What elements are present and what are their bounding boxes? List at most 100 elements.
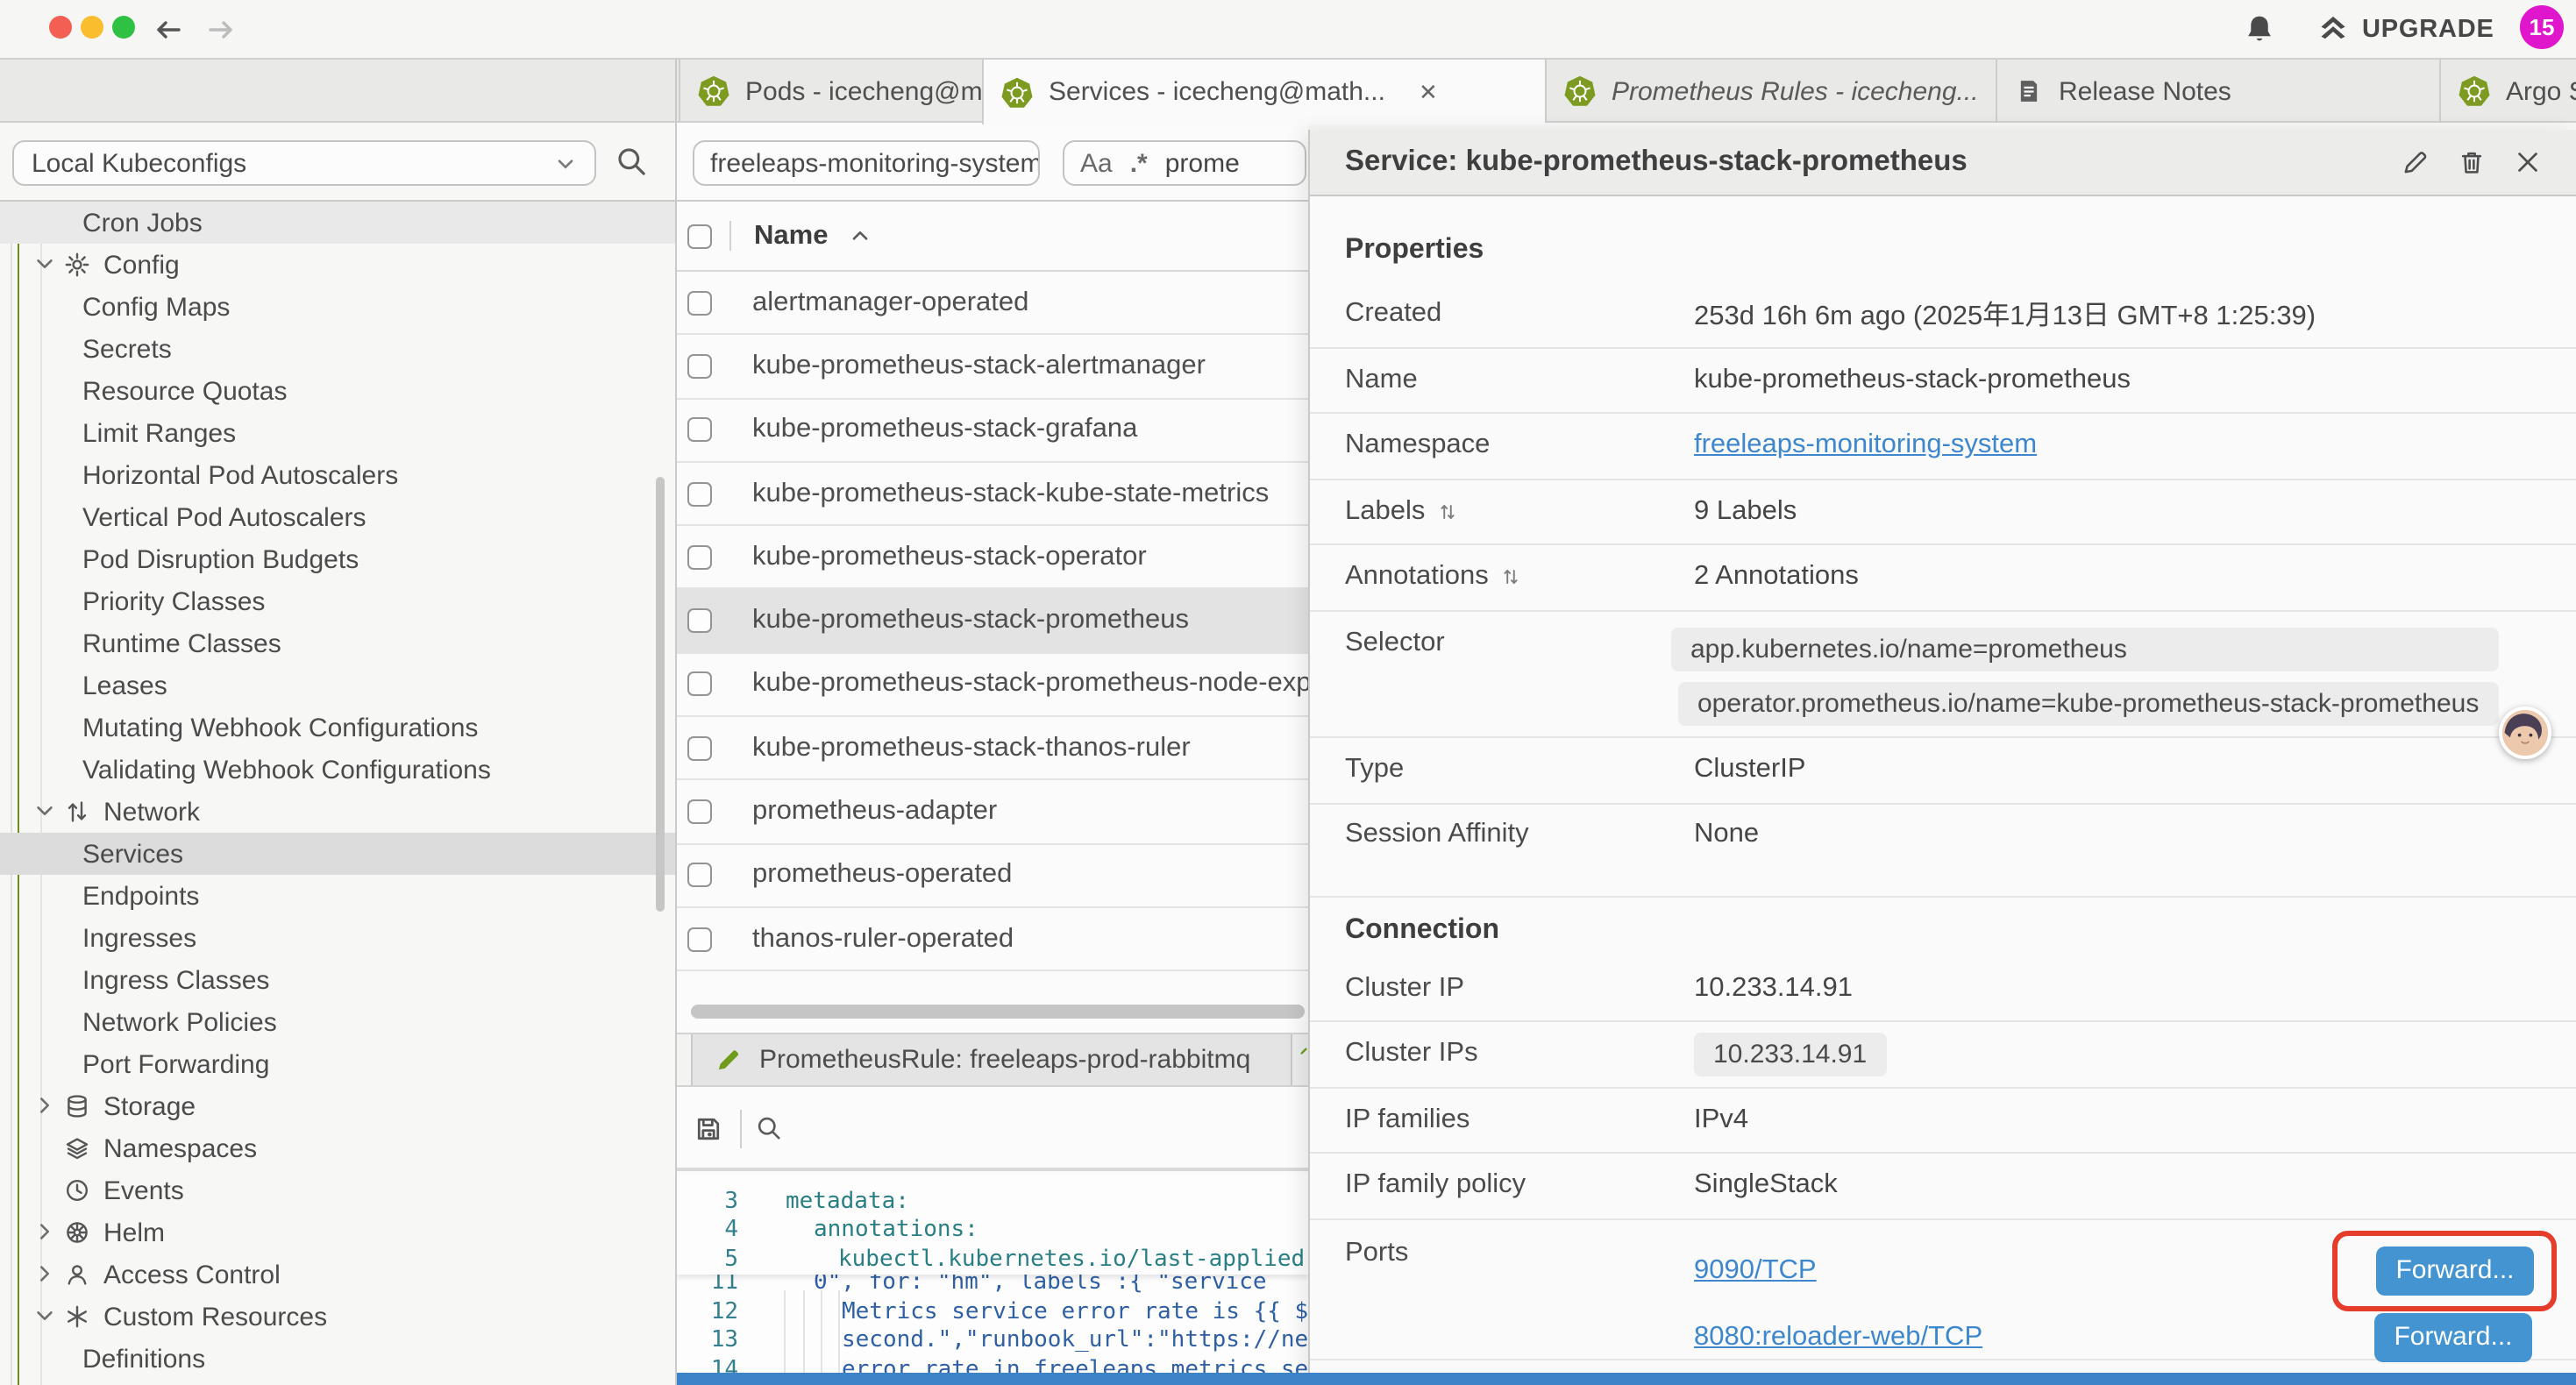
row-checkbox[interactable] (687, 863, 712, 888)
back-arrow-icon[interactable] (154, 16, 182, 44)
tab-argo-se[interactable]: Argo Se (2439, 60, 2576, 123)
table-row[interactable]: thanos-ruler-operated (677, 908, 1308, 972)
sidebar-item-namespaces[interactable]: Namespaces (0, 1127, 675, 1169)
window-zoom-light[interactable] (112, 16, 135, 39)
sidebar-item-events[interactable]: Events (0, 1169, 675, 1211)
window-minimize-light[interactable] (81, 16, 103, 39)
table-row[interactable]: kube-prometheus-stack-operator (677, 526, 1308, 590)
filter-input[interactable]: Aa .* prome (1063, 140, 1306, 186)
chevron-down-icon[interactable] (33, 799, 56, 822)
delete-trash-icon[interactable] (2459, 149, 2485, 175)
sidebar-item-resource-quotas[interactable]: Resource Quotas (0, 370, 675, 412)
chevron-right-icon[interactable] (33, 1220, 56, 1243)
table-row[interactable]: kube-prometheus-stack-kube-state-metrics (677, 463, 1308, 527)
table-horizontal-scrollbar[interactable] (691, 1005, 1305, 1019)
match-case-toggle[interactable]: Aa (1080, 148, 1113, 178)
sort-updown-icon[interactable] (1501, 567, 1520, 588)
sidebar-item-validating-webhook-configurations[interactable]: Validating Webhook Configurations (0, 749, 675, 791)
select-all-checkbox[interactable] (687, 224, 712, 248)
forward-button[interactable]: Forward... (2376, 1246, 2534, 1295)
table-row[interactable]: kube-prometheus-stack-prometheus (677, 590, 1308, 654)
sidebar-item-secrets[interactable]: Secrets (0, 328, 675, 370)
table-row[interactable]: prometheus-adapter (677, 781, 1308, 845)
sidebar-item-storage[interactable]: Storage (0, 1085, 675, 1127)
tab-services-icecheng-math[interactable]: Services - icecheng@math...✕ (982, 60, 1545, 124)
row-checkbox[interactable] (687, 290, 712, 315)
notifications-bell-icon[interactable] (2245, 14, 2274, 44)
sidebar-item-config[interactable]: Config (0, 244, 675, 286)
table-row[interactable]: kube-prometheus-stack-thanos-ruler (677, 717, 1308, 781)
editor-tab-next[interactable] (1292, 1034, 1308, 1085)
sidebar-item-services[interactable]: Services (0, 833, 675, 875)
save-icon[interactable] (694, 1115, 722, 1143)
sidebar-item-definitions[interactable]: Definitions (0, 1338, 675, 1380)
name-column-header[interactable]: Name (754, 220, 828, 252)
close-tab-icon[interactable]: ✕ (1419, 78, 1438, 106)
port-link[interactable]: 8080:reloader-web/TCP (1694, 1321, 1982, 1353)
editor-search-icon[interactable] (756, 1115, 782, 1141)
forward-button[interactable]: Forward... (2374, 1312, 2532, 1361)
row-checkbox[interactable] (687, 481, 712, 506)
sidebar-item-endpoints[interactable]: Endpoints (0, 875, 675, 917)
row-checkbox[interactable] (687, 672, 712, 697)
search-icon[interactable] (616, 146, 647, 177)
table-row[interactable]: alertmanager-operated (677, 272, 1308, 336)
sidebar-item-priority-classes[interactable]: Priority Classes (0, 580, 675, 622)
sidebar-item-network[interactable]: Network (0, 791, 675, 833)
sidebar-item-leases[interactable]: Leases (0, 664, 675, 707)
chevron-right-icon[interactable] (33, 1094, 56, 1117)
table-row[interactable]: kube-prometheus-stack-prometheus-node-ex… (677, 654, 1308, 718)
editor-tab-sliver[interactable] (677, 1034, 693, 1085)
tab-pods-icecheng-mathmas[interactable]: Pods - icecheng@mathmas... (679, 60, 982, 123)
row-checkbox[interactable] (687, 417, 712, 442)
row-checkbox[interactable] (687, 799, 712, 824)
yaml-editor[interactable]: 3metadata:4annotations:5kubectl.kubernet… (677, 1175, 1308, 1385)
row-checkbox[interactable] (687, 735, 712, 760)
sidebar-scrollbar[interactable] (656, 477, 665, 912)
sidebar-item-mutating-webhook-configurations[interactable]: Mutating Webhook Configurations (0, 707, 675, 749)
sidebar-item-helm[interactable]: Helm (0, 1211, 675, 1254)
row-checkbox[interactable] (687, 354, 712, 379)
sidebar-item-port-forwarding[interactable]: Port Forwarding (0, 1043, 675, 1085)
sidebar-item-network-policies[interactable]: Network Policies (0, 1001, 675, 1043)
sidebar-item-pod-disruption-budgets[interactable]: Pod Disruption Budgets (0, 538, 675, 580)
account-badge[interactable]: 15 (2520, 5, 2564, 49)
editor-tab-prometheusrule[interactable]: PrometheusRule: freeleaps-prod-rabbitmq (693, 1034, 1292, 1085)
sidebar-item-access-control[interactable]: Access Control (0, 1254, 675, 1296)
edit-pencil-icon[interactable] (2402, 149, 2429, 175)
window-close-light[interactable] (49, 16, 72, 39)
detail-link[interactable]: freeleaps-monitoring-system (1694, 430, 2037, 462)
sidebar-item-ingresses[interactable]: Ingresses (0, 917, 675, 959)
sidebar-item-custom-resources[interactable]: Custom Resources (0, 1296, 675, 1338)
table-row[interactable]: prometheus-operated (677, 844, 1308, 908)
close-icon[interactable] (2515, 149, 2541, 175)
row-checkbox[interactable] (687, 608, 712, 633)
table-row[interactable]: kube-prometheus-stack-alertmanager (677, 336, 1308, 400)
kubeconfig-select[interactable]: Local Kubeconfigs (12, 140, 596, 186)
row-checkbox[interactable] (687, 927, 712, 951)
sort-asc-icon[interactable] (849, 224, 872, 247)
upgrade-label[interactable]: UPGRADE (2362, 16, 2494, 44)
sidebar-item-ingress-classes[interactable]: Ingress Classes (0, 959, 675, 1001)
chevron-down-icon[interactable] (33, 1304, 56, 1327)
chevron-down-icon[interactable] (33, 252, 56, 275)
regex-toggle[interactable]: .* (1130, 148, 1148, 178)
forward-arrow-icon[interactable] (207, 16, 235, 44)
sort-updown-icon[interactable] (1437, 501, 1456, 522)
upgrade-chevrons-icon[interactable] (2318, 14, 2348, 44)
sidebar-item-config-maps[interactable]: Config Maps (0, 286, 675, 328)
bottom-accent-bar (677, 1373, 2576, 1385)
avatar[interactable] (2499, 707, 2551, 759)
tab-release-notes[interactable]: Release Notes (1996, 60, 2439, 123)
row-checkbox[interactable] (687, 545, 712, 570)
sidebar-item-cron-jobs[interactable]: Cron Jobs (0, 202, 675, 244)
table-row[interactable]: kube-prometheus-stack-grafana (677, 399, 1308, 463)
namespace-select[interactable]: freeleaps-monitoring-system (693, 140, 1040, 186)
chevron-right-icon[interactable] (33, 1262, 56, 1285)
sidebar-item-limit-ranges[interactable]: Limit Ranges (0, 412, 675, 454)
sidebar-item-vertical-pod-autoscalers[interactable]: Vertical Pod Autoscalers (0, 496, 675, 538)
port-link[interactable]: 9090/TCP (1694, 1254, 1817, 1286)
tab-prometheus-rules-icecheng[interactable]: Prometheus Rules - icecheng... (1545, 60, 1996, 123)
sidebar-item-runtime-classes[interactable]: Runtime Classes (0, 622, 675, 664)
sidebar-item-horizontal-pod-autoscalers[interactable]: Horizontal Pod Autoscalers (0, 454, 675, 496)
